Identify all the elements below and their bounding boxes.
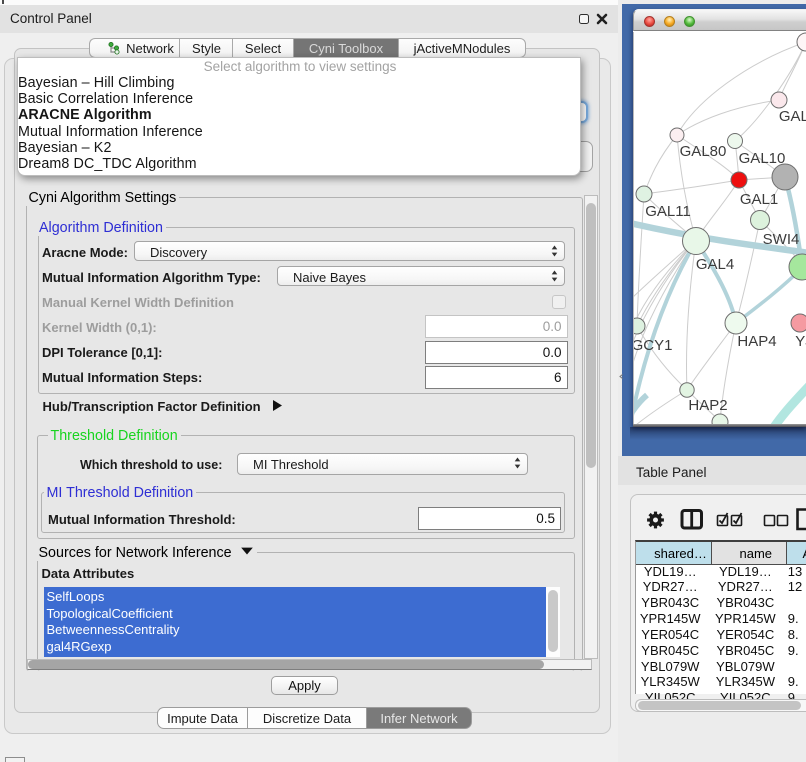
svg-text:GAL4: GAL4: [696, 256, 734, 273]
svg-text:HAP4: HAP4: [737, 333, 776, 350]
svg-text:YJ: YJ: [795, 333, 806, 350]
svg-text:GCY1: GCY1: [634, 337, 672, 354]
svg-text:HAP2: HAP2: [688, 397, 727, 414]
svg-text:GAL1: GAL1: [740, 191, 778, 208]
svg-text:GAL80: GAL80: [680, 143, 727, 160]
svg-text:GAL7: GAL7: [779, 108, 806, 125]
svg-text:GAL11: GAL11: [645, 203, 691, 220]
svg-text:GAL10: GAL10: [739, 150, 786, 167]
svg-text:SWI4: SWI4: [763, 231, 800, 248]
